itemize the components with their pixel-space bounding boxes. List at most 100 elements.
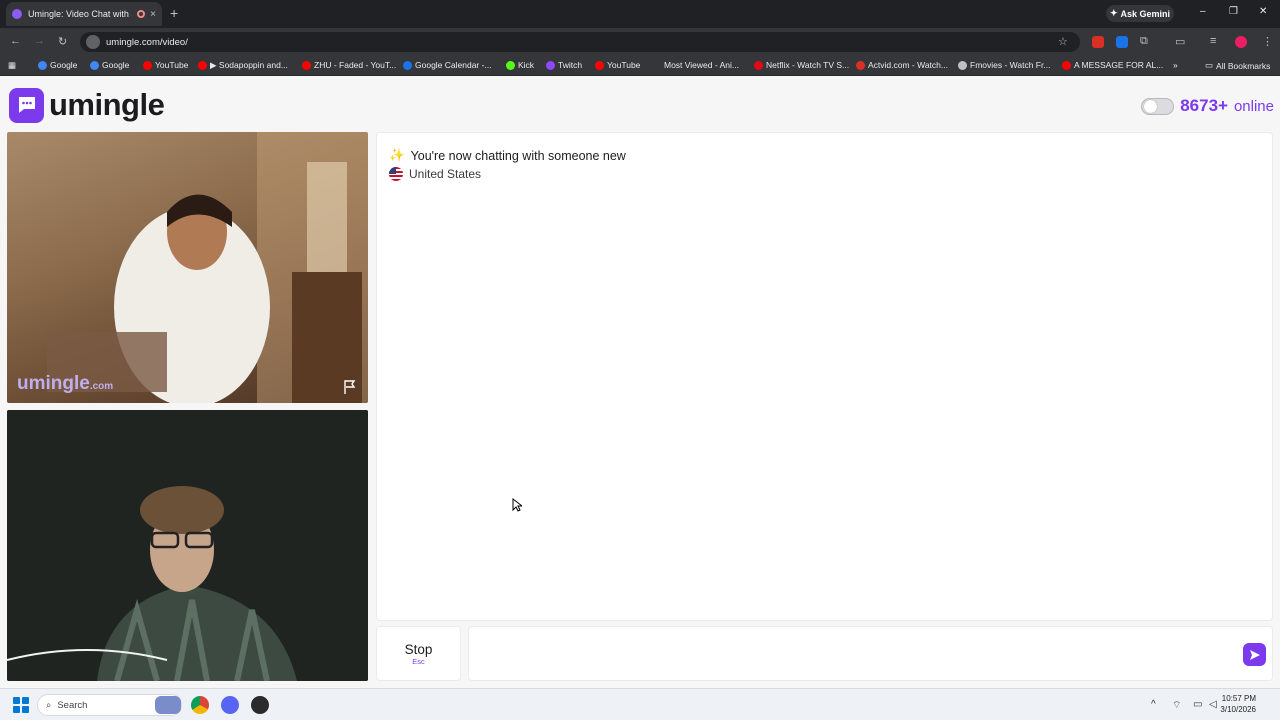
bookmark-item[interactable]: Twitch (546, 60, 582, 70)
google-icon (90, 60, 99, 70)
cast-icon[interactable]: ▭ (1175, 35, 1185, 48)
restore-button[interactable]: ❐ (1229, 6, 1238, 17)
mouse-cursor-icon (512, 497, 524, 517)
windows-taskbar: ⌕ Search ^ ⌔ ▭ ◁ 10:57 PM 3/10/2026 (0, 688, 1280, 720)
chat-bubble-logo-icon (9, 87, 44, 123)
stop-shortcut: Esc (412, 657, 425, 666)
site-info-icon[interactable] (86, 35, 100, 49)
system-clock[interactable]: 10:57 PM 3/10/2026 (1220, 693, 1256, 715)
back-arrow-icon[interactable]: ← (10, 35, 21, 47)
netflix-icon (754, 60, 763, 70)
bookmark-item[interactable]: Kick (506, 60, 534, 70)
windows-start-icon[interactable] (13, 697, 29, 713)
tray-overflow-icon[interactable]: ^ (1151, 699, 1156, 710)
kick-icon (506, 60, 515, 70)
browser-tab-strip: Umingle: Video Chat with S × + ✦ Ask Gem… (0, 0, 1280, 28)
gemini-sparkle-icon: ✦ (1109, 8, 1118, 18)
new-tab-button[interactable]: + (170, 5, 178, 21)
umingle-favicon-icon (12, 9, 22, 19)
tab-title: Umingle: Video Chat with S (28, 9, 133, 19)
all-bookmarks-button[interactable]: ▭ All Bookmarks (1205, 60, 1270, 71)
bookmark-item[interactable]: Google (38, 60, 77, 70)
stop-label: Stop (404, 642, 433, 657)
url-text: umingle.com/video/ (106, 36, 188, 48)
us-flag-icon (389, 167, 403, 181)
bookmark-item[interactable]: YouTube (595, 60, 640, 70)
apps-grid-icon[interactable]: ▦ (8, 60, 16, 71)
bookmark-item[interactable]: ZHU - Faded - YouT... (302, 60, 396, 70)
bookmark-item[interactable]: Google Calendar -... (403, 60, 492, 70)
stranger-video-frame (47, 132, 368, 403)
close-window-button[interactable]: ✕ (1259, 6, 1267, 17)
site-logo[interactable]: umingle (9, 87, 165, 123)
discord-icon[interactable] (221, 696, 239, 714)
message-input[interactable] (479, 641, 1219, 667)
chat-status-text: You're now chatting with someone new (410, 148, 626, 163)
bookmark-item[interactable]: Actvid.com - Watch... (856, 60, 948, 70)
bookmark-item[interactable]: Fmovies - Watch Fr... (958, 60, 1050, 70)
forward-arrow-icon[interactable]: → (34, 35, 45, 47)
ask-gemini-label: Ask Gemini (1120, 8, 1171, 19)
calendar-icon (403, 60, 412, 70)
recording-indicator-icon (137, 10, 146, 18)
clock-time: 10:57 PM (1221, 694, 1256, 703)
stranger-country: United States (389, 167, 481, 181)
youtube-icon (198, 61, 207, 70)
youtube-icon (143, 60, 152, 70)
browser-tab[interactable]: Umingle: Video Chat with S × (6, 2, 162, 26)
sparkles-icon: ✨ (389, 148, 405, 162)
address-bar[interactable]: umingle.com/video/ (80, 32, 1080, 52)
minimize-button[interactable]: – (1200, 6, 1206, 17)
bookmark-star-icon[interactable]: ☆ (1058, 35, 1068, 48)
folder-icon: ▭ (1205, 60, 1214, 70)
bookmark-item[interactable]: Most Viewed - Ani... (652, 60, 739, 70)
self-video (7, 410, 368, 681)
display-icon[interactable]: ▭ (1193, 699, 1202, 710)
youtube-icon (1062, 60, 1071, 70)
media-controls-icon[interactable]: ≡ (1210, 35, 1216, 47)
extension-icon[interactable] (1092, 36, 1104, 48)
country-label: United States (409, 167, 482, 181)
umingle-page: umingle 8673+ online umingle.com ✨ You'r… (0, 76, 1280, 688)
search-highlight-icon (155, 696, 181, 714)
chrome-icon[interactable] (191, 696, 209, 714)
youtube-icon (595, 60, 604, 70)
actvid-icon (856, 60, 865, 70)
reload-icon[interactable]: ↻ (58, 35, 67, 48)
obs-icon[interactable] (251, 696, 269, 714)
search-icon: ⌕ (46, 699, 52, 711)
extension-icon[interactable] (1116, 36, 1128, 48)
profile-avatar-icon[interactable] (1235, 36, 1247, 48)
brand-name: umingle (49, 87, 165, 122)
volume-icon[interactable]: ◁ (1209, 699, 1217, 710)
self-video-frame (7, 410, 368, 681)
bookmark-item[interactable]: ▶ Sodapoppin and... (198, 60, 288, 71)
theme-toggle[interactable] (1141, 97, 1175, 115)
bookmarks-bar: ▦ Google Google YouTube ▶ Sodapoppin and… (0, 56, 1280, 76)
taskbar-search-placeholder: Search (57, 699, 88, 711)
online-label: online (1233, 97, 1274, 115)
stop-button[interactable]: Stop Esc (376, 626, 461, 681)
bookmark-item[interactable]: Netflix - Watch TV S... (754, 60, 849, 70)
network-icon[interactable]: ⌔ (1172, 699, 1181, 712)
umingle-watermark: umingle.com (17, 373, 114, 394)
bookmark-item[interactable]: YouTube (143, 60, 188, 70)
online-status: 8673+ online (1141, 96, 1274, 116)
bookmark-item[interactable]: A MESSAGE FOR AL... (1062, 60, 1163, 70)
tab-close-button[interactable]: × (150, 9, 156, 20)
report-flag-icon[interactable] (342, 379, 358, 395)
message-composer (468, 626, 1273, 681)
chat-panel: ✨ You're now chatting with someone new U… (376, 132, 1273, 621)
bookmarks-overflow-button[interactable]: » (1173, 60, 1178, 70)
send-arrow-icon (1249, 649, 1260, 660)
ask-gemini-button[interactable]: ✦ Ask Gemini (1106, 5, 1174, 22)
menu-kebab-icon[interactable]: ⋮ (1262, 35, 1273, 48)
bookmark-item[interactable]: Google (90, 60, 129, 70)
extensions-puzzle-icon[interactable]: ⧉ (1140, 35, 1148, 48)
clock-date: 3/10/2026 (1220, 705, 1256, 714)
stranger-video: umingle.com (7, 132, 368, 403)
google-icon (38, 60, 47, 70)
send-button[interactable] (1243, 643, 1266, 666)
youtube-icon (302, 60, 311, 70)
online-count: 8673+ (1180, 96, 1228, 115)
